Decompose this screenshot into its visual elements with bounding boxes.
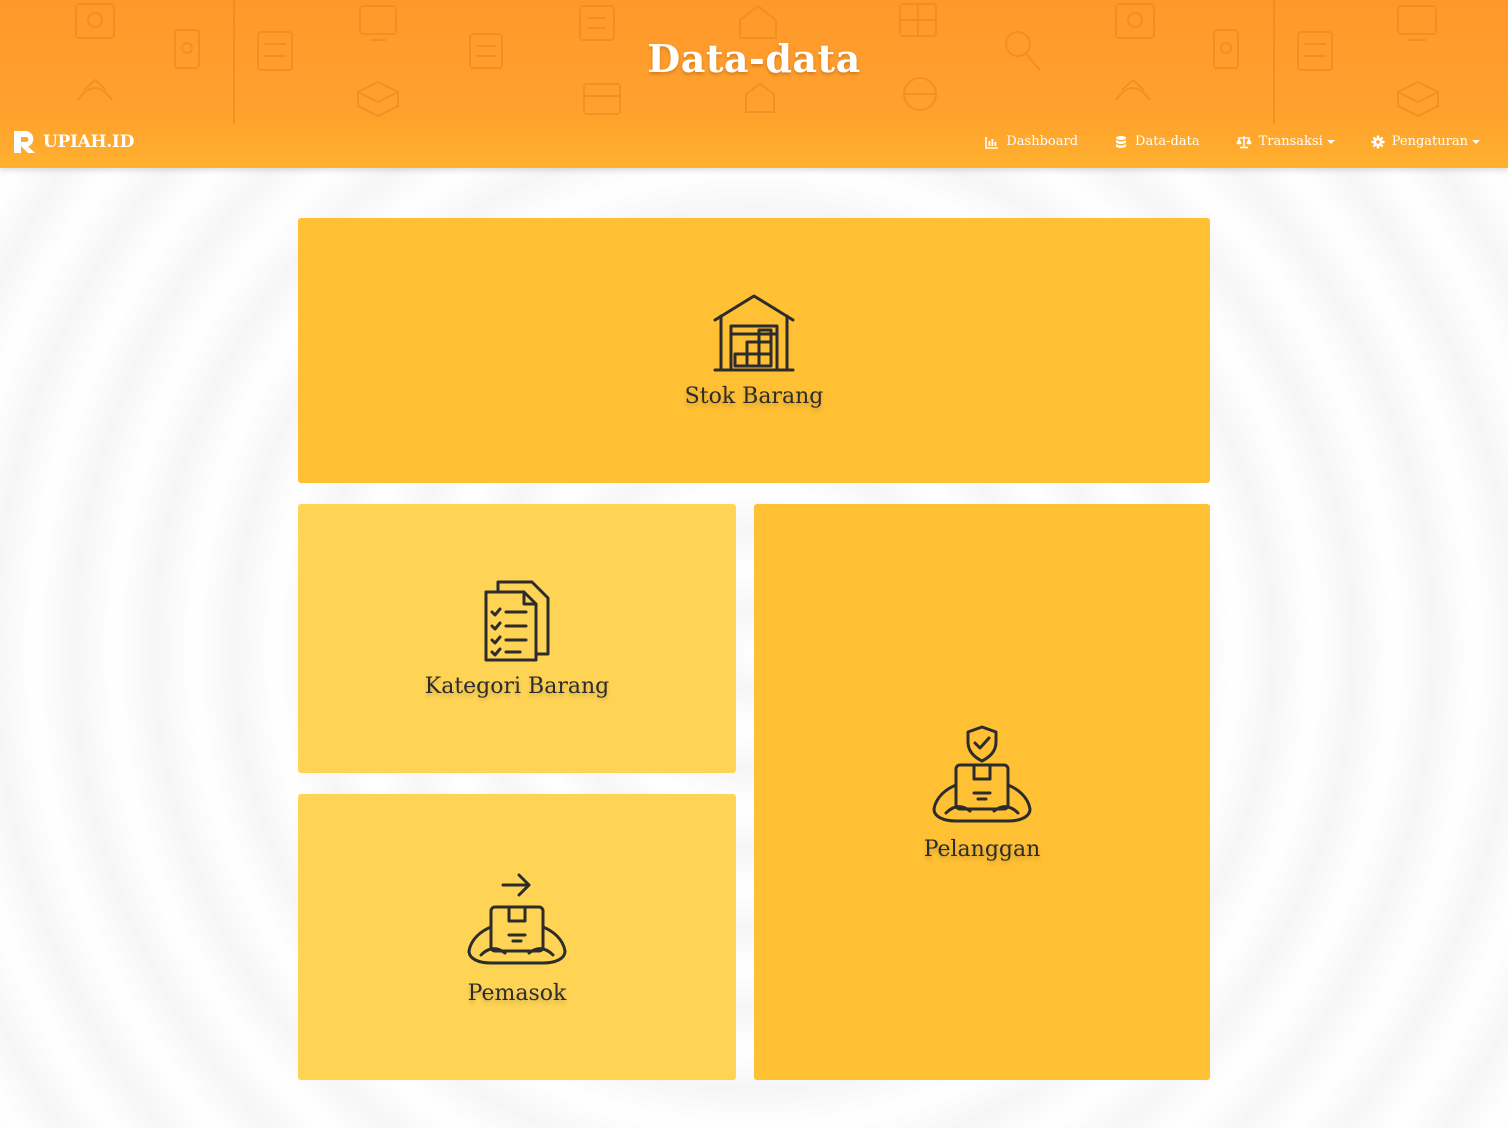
nav-item-dashboard[interactable]: Dashboard	[985, 134, 1078, 149]
nav-item-pengaturan[interactable]: Pengaturan	[1371, 134, 1480, 149]
tile-pelanggan[interactable]: Pelanggan	[754, 504, 1210, 1080]
checklist-icon	[484, 580, 550, 662]
tile-label: Pelanggan	[923, 836, 1041, 862]
tile-pemasok[interactable]: Pemasok	[298, 794, 736, 1080]
nav-label-data: Data-data	[1135, 134, 1200, 149]
tile-stok-barang[interactable]: Stok Barang	[298, 218, 1210, 483]
tile-label: Stok Barang	[684, 384, 824, 409]
nav-label-pengaturan: Pengaturan	[1391, 134, 1468, 149]
tile-label: Pemasok	[467, 980, 567, 1006]
nav-item-data[interactable]: Data-data	[1114, 134, 1200, 149]
bar-chart-icon	[985, 136, 999, 149]
main-nav: Dashboard Data-data Transaksi Pengaturan	[949, 134, 1480, 149]
upiah-logo-icon	[14, 131, 35, 153]
balance-scale-icon	[1236, 135, 1252, 148]
customer-package-icon	[932, 725, 1032, 822]
tile-kategori-barang[interactable]: Kategori Barang	[298, 504, 736, 773]
gear-icon	[1371, 135, 1385, 148]
warehouse-icon	[713, 294, 795, 372]
tile-label: Kategori Barang	[424, 674, 610, 699]
page-header: Data-data UPIAH.ID Dashboard Data-data T…	[0, 0, 1508, 168]
brand-name: UPIAH.ID	[43, 132, 135, 152]
nav-label-transaksi: Transaksi	[1258, 134, 1323, 149]
nav-label-dashboard: Dashboard	[1006, 134, 1079, 149]
navbar: UPIAH.ID Dashboard Data-data Transaksi P…	[0, 124, 1508, 168]
chevron-down-icon	[1326, 139, 1335, 144]
database-icon	[1116, 135, 1127, 148]
brand-logo-link[interactable]: UPIAH.ID	[12, 129, 134, 155]
page-title: Data-data	[647, 36, 861, 81]
supplier-package-icon	[467, 873, 567, 964]
nav-item-transaksi[interactable]: Transaksi	[1236, 134, 1335, 149]
chevron-down-icon	[1472, 139, 1480, 144]
